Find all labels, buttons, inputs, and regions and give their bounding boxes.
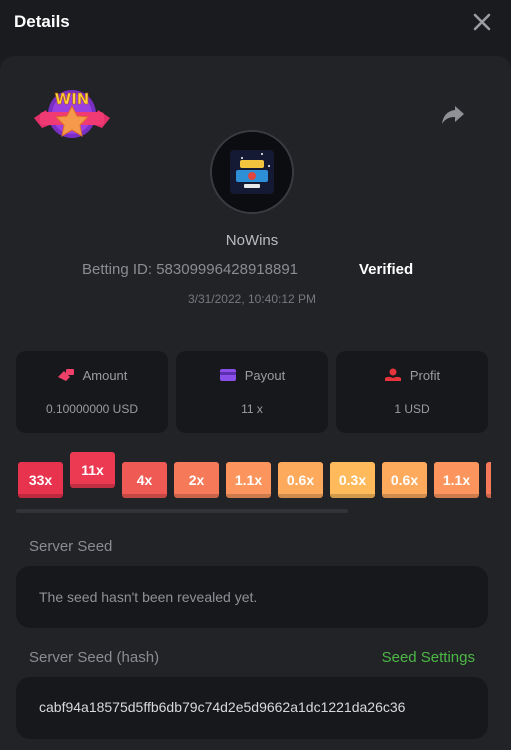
server-seed-value: The seed hasn't been revealed yet. [39,589,258,605]
seed-settings-link[interactable]: Seed Settings [382,649,475,666]
server-seed-hash-label: Server Seed (hash) [29,649,160,666]
multiplier-chip: 33x [18,462,63,498]
multiplier-chip: 0.6x [382,462,427,498]
multiplier-chip [486,462,491,498]
verified-label[interactable]: Verified [359,261,413,278]
payout-card: Payout 11 x [176,351,328,433]
game-thumbnail-icon [212,132,292,212]
close-icon[interactable] [471,11,493,33]
details-header: Details [0,0,511,46]
multiplier-strip: 33x 11x 4x 2x 1.1x 0.6x 0.3x 0.6x 1.1x [18,452,491,502]
profit-card: Profit 1 USD [336,351,488,433]
payout-label: Payout [244,368,286,383]
multiplier-chip: 4x [122,462,167,498]
server-seed-label: Server Seed [29,538,113,555]
payout-icon [219,368,237,385]
amount-card: Amount 0.10000000 USD [16,351,168,433]
win-badge-icon: WIN [34,90,110,138]
multiplier-scrollbar[interactable] [16,509,348,513]
username: NoWins [225,232,279,249]
multiplier-chip: 1.1x [226,462,271,498]
page-title: Details [14,12,70,31]
server-seed-hash-box[interactable]: cabf94a18575d5ffb6db79c74d2e5d9662a1dc12… [16,677,488,739]
multiplier-chip: 0.6x [278,462,323,498]
amount-label: Amount [82,368,128,383]
multiplier-chip: 1.1x [434,462,479,498]
server-seed-hash-value: cabf94a18575d5ffb6db79c74d2e5d9662a1dc12… [39,699,406,715]
server-seed-box: The seed hasn't been revealed yet. [16,566,488,628]
svg-text:WIN: WIN [55,90,90,108]
multiplier-chip: 11x [70,452,115,488]
betting-id: Betting ID: 58309996428918891 [82,261,299,278]
profit-icon [384,368,402,385]
amount-icon [57,368,75,385]
payout-value: 11 x [241,402,263,416]
profit-label: Profit [409,368,441,383]
share-icon[interactable] [440,104,466,126]
amount-value: 0.10000000 USD [45,402,139,416]
game-avatar [210,130,294,214]
multiplier-chip: 0.3x [330,462,375,498]
multiplier-chip: 2x [174,462,219,498]
profit-value: 1 USD [394,402,430,416]
bet-date: 3/31/2022, 10:40:12 PM [187,292,317,306]
